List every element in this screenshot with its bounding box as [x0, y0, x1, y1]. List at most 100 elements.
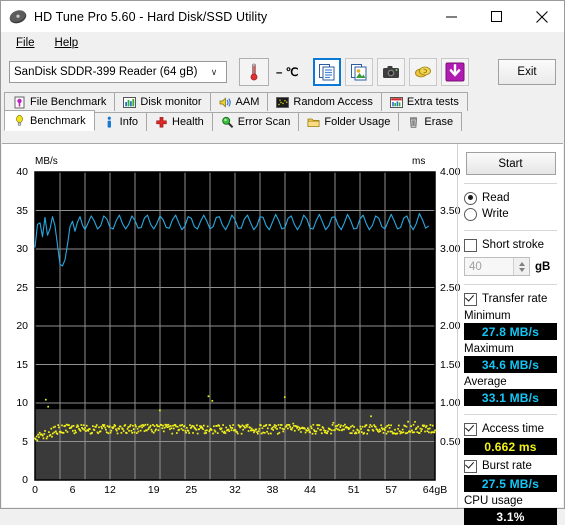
scatter-point	[42, 435, 44, 437]
tab-file-benchmark[interactable]: File Benchmark	[4, 92, 115, 111]
tab-disk-monitor[interactable]: Disk monitor	[114, 92, 210, 111]
tab-folder-usage[interactable]: Folder Usage	[298, 112, 399, 131]
start-button[interactable]: Start	[466, 152, 556, 175]
scatter-point	[299, 428, 301, 430]
scatter-point	[275, 425, 277, 427]
scatter-point	[323, 429, 325, 431]
screenshot-button[interactable]	[377, 58, 405, 86]
scatter-point	[349, 432, 351, 434]
scatter-point	[413, 431, 415, 433]
chevron-down-icon: ∨	[206, 67, 222, 78]
scatter-point	[195, 429, 197, 431]
minimum-value-box: 27.8 MB/s	[464, 323, 557, 340]
scatter-point	[121, 432, 123, 434]
scatter-point	[276, 428, 278, 430]
donate-button[interactable]	[409, 58, 437, 86]
copy-image-button[interactable]	[345, 58, 373, 86]
checkbox-transfer-rate[interactable]: Transfer rate	[464, 291, 557, 307]
scatter-point	[361, 431, 363, 433]
title-bar: HD Tune Pro 5.60 - Hard Disk/SSD Utility	[1, 1, 564, 32]
divider	[464, 414, 557, 415]
stepper-arrows[interactable]	[513, 258, 529, 275]
close-button[interactable]	[519, 1, 564, 32]
speaker-icon	[219, 96, 232, 109]
download-button[interactable]	[441, 58, 469, 86]
stepper-down-icon[interactable]	[519, 268, 525, 272]
scatter-point	[124, 424, 126, 426]
tab-random-access[interactable]: Random Access	[267, 92, 381, 111]
scatter-point	[370, 415, 372, 417]
scatter-point	[391, 431, 393, 433]
scatter-point	[258, 428, 260, 430]
scatter-point	[357, 430, 359, 432]
exit-button[interactable]: Exit	[498, 59, 556, 85]
scatter-point	[158, 429, 160, 431]
scatter-point	[247, 424, 249, 426]
x-axis-tick-label: 38	[256, 484, 290, 496]
tab-error-scan[interactable]: Error Scan	[212, 112, 300, 131]
scatter-point	[394, 429, 396, 431]
scatter-point	[73, 425, 75, 427]
scatter-point	[130, 424, 132, 426]
scatter-point	[43, 433, 45, 435]
temperature-button[interactable]	[239, 58, 269, 86]
error-scan-icon	[221, 116, 234, 129]
y-axis-tick-label: 10	[4, 397, 28, 409]
transfer-rate-checkbox-indicator	[464, 293, 477, 306]
scatter-point	[336, 425, 338, 427]
temperature-value: – ℃	[276, 65, 299, 79]
tab-health[interactable]: Health	[146, 112, 213, 131]
scatter-point	[322, 427, 324, 429]
scatter-point	[104, 424, 106, 426]
copy-image-icon	[350, 63, 368, 81]
window-controls	[429, 1, 564, 32]
checkbox-burst-rate[interactable]: Burst rate	[464, 458, 557, 474]
scatter-point	[262, 432, 264, 434]
scatter-point	[416, 431, 418, 433]
scatter-point	[344, 424, 346, 426]
device-select[interactable]: SanDisk SDDR-399 Reader (64 gB) ∨	[9, 61, 227, 83]
scatter-point	[252, 429, 254, 431]
scatter-point	[414, 421, 416, 423]
minimize-button[interactable]	[429, 1, 474, 32]
access-time-value: 0.662 ms	[484, 440, 536, 454]
scatter-point	[277, 433, 279, 435]
scatter-point	[212, 433, 214, 435]
scatter-point	[54, 426, 56, 428]
menu-item-help[interactable]: Help	[46, 35, 88, 51]
radio-write[interactable]: Write	[464, 206, 557, 222]
maximize-button[interactable]	[474, 1, 519, 32]
tab-info[interactable]: Info	[94, 112, 147, 131]
scatter-point	[50, 434, 52, 436]
menu-item-file[interactable]: File	[7, 35, 44, 51]
tab-aam[interactable]: AAM	[210, 92, 269, 111]
scatter-point	[185, 432, 187, 434]
scatter-point	[137, 428, 139, 430]
scatter-point	[393, 433, 395, 435]
scatter-point	[98, 426, 100, 428]
radio-read[interactable]: Read	[464, 190, 557, 206]
benchmark-chart: MB/s ms 05101520253035400.501.001.502.00…	[2, 144, 457, 508]
scatter-point	[368, 430, 370, 432]
checkbox-access-time[interactable]: Access time	[464, 421, 557, 437]
scatter-point	[325, 430, 327, 432]
scatter-point	[336, 428, 338, 430]
scatter-point	[250, 430, 252, 432]
scatter-point	[92, 425, 94, 427]
scatter-point	[58, 427, 60, 429]
checkbox-short-stroke[interactable]: Short stroke	[464, 237, 557, 253]
scatter-point	[417, 426, 419, 428]
scatter-point	[151, 429, 153, 431]
scatter-point	[131, 432, 133, 434]
tab-erase[interactable]: Erase	[398, 112, 462, 131]
stepper-up-icon[interactable]	[519, 262, 525, 266]
short-stroke-stepper[interactable]: 40	[464, 257, 530, 276]
tab-extra-tests[interactable]: Extra tests	[381, 92, 468, 111]
copy-button[interactable]	[313, 58, 341, 86]
tab-benchmark[interactable]: Benchmark	[4, 110, 95, 131]
y-axis-tick-label: 5	[4, 436, 28, 448]
scatter-point	[332, 424, 334, 426]
scatter-point	[110, 432, 112, 434]
average-label: Average	[464, 376, 557, 388]
average-value-box: 33.1 MB/s	[464, 389, 557, 406]
